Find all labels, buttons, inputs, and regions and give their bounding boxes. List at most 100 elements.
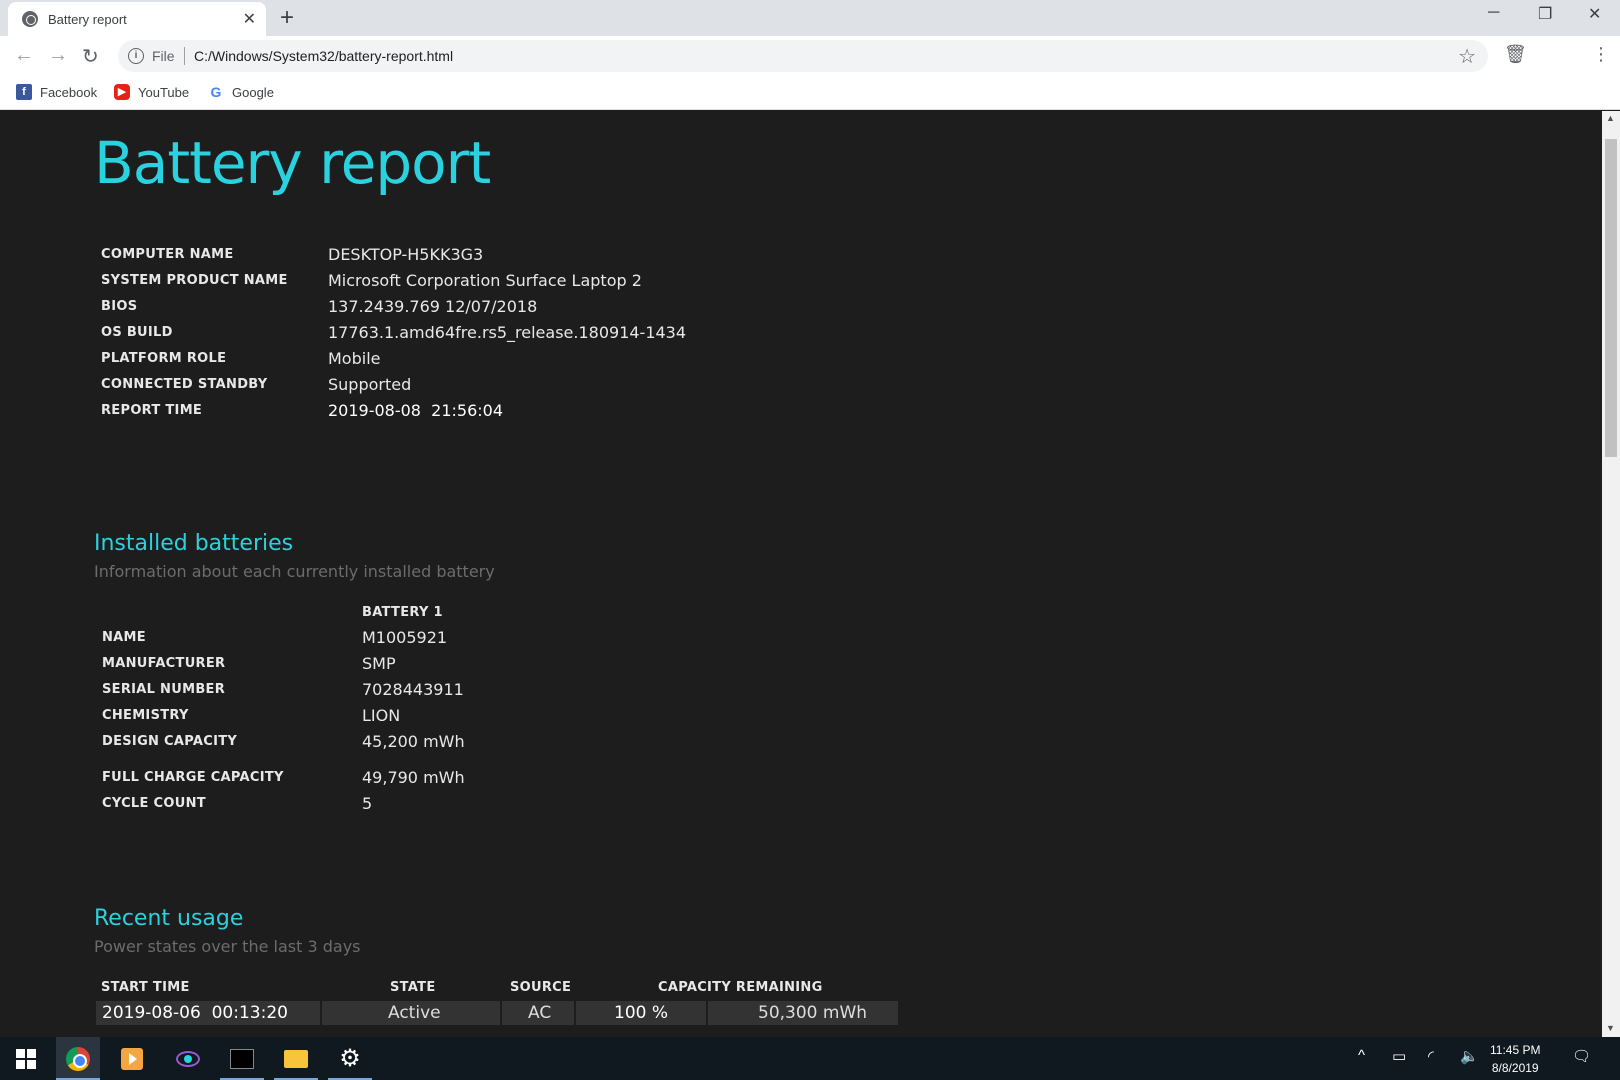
system-label: PLATFORM ROLE xyxy=(101,351,227,366)
file-explorer-icon xyxy=(284,1049,308,1068)
forward-button[interactable]: → xyxy=(48,44,68,67)
bookmark-label: Google xyxy=(232,84,274,100)
usage-column-header: SOURCE xyxy=(510,980,572,995)
url-scheme: File xyxy=(152,48,175,64)
battery-label: SERIAL NUMBER xyxy=(102,682,226,697)
taskbar-settings[interactable]: ⚙ xyxy=(328,1037,372,1080)
usage-percent-cell: 100 % xyxy=(576,1001,706,1025)
back-button[interactable]: ← xyxy=(14,44,34,67)
battery-icon[interactable]: ▭ xyxy=(1392,1047,1406,1065)
system-value: DESKTOP-H5KK3G3 xyxy=(328,245,484,264)
tray-expand-icon[interactable]: ^ xyxy=(1358,1047,1365,1064)
minimize-button[interactable]: ─ xyxy=(1488,4,1499,22)
system-label: OS BUILD xyxy=(101,325,173,340)
installed-batteries-heading: Installed batteries xyxy=(94,531,294,556)
info-icon[interactable]: i xyxy=(128,48,144,64)
system-label: SYSTEM PRODUCT NAME xyxy=(101,273,288,288)
chrome-icon xyxy=(66,1046,90,1071)
recent-usage-heading: Recent usage xyxy=(94,906,244,931)
settings-icon: ⚙ xyxy=(339,1045,361,1072)
scroll-up-icon[interactable]: ▲ xyxy=(1606,113,1615,123)
taskbar-clock[interactable]: 11:45 PM 8/8/2019 xyxy=(1490,1041,1540,1077)
system-value: Mobile xyxy=(328,349,381,368)
start-button[interactable] xyxy=(4,1037,48,1080)
system-value: Microsoft Corporation Surface Laptop 2 xyxy=(328,271,642,290)
battery-column-header: BATTERY 1 xyxy=(362,605,443,620)
battery-value: 49,790 mWh xyxy=(362,768,465,787)
system-label: CONNECTED STANDBY xyxy=(101,377,268,392)
battery-label: DESIGN CAPACITY xyxy=(102,734,238,749)
taskbar-file-explorer[interactable] xyxy=(274,1037,318,1080)
battery-label: CYCLE COUNT xyxy=(102,796,206,811)
taskbar-eye-app[interactable] xyxy=(166,1037,210,1080)
bookmark-star-icon[interactable]: ☆ xyxy=(1458,44,1476,69)
bookmark-facebook[interactable]: f Facebook xyxy=(16,84,97,100)
battery-value: 5 xyxy=(362,794,373,813)
browser-titlebar: Battery report ✕ + ─ ❐ ✕ xyxy=(0,0,1620,36)
installed-batteries-subtitle: Information about each currently install… xyxy=(94,562,495,581)
clock-time: 11:45 PM xyxy=(1490,1043,1541,1057)
eye-app-icon xyxy=(176,1050,200,1067)
recent-usage-subtitle: Power states over the last 3 days xyxy=(94,937,361,956)
bookmark-youtube[interactable]: ▶ YouTube xyxy=(114,84,189,100)
usage-mwh-cell: 50,300 mWh xyxy=(708,1001,898,1025)
restore-button[interactable]: ❐ xyxy=(1538,4,1552,24)
scroll-thumb[interactable] xyxy=(1605,139,1617,457)
terminal-icon xyxy=(230,1048,254,1069)
usage-column-header: START TIME xyxy=(101,980,190,995)
taskbar-terminal[interactable] xyxy=(220,1037,264,1080)
report-page: Battery report COMPUTER NAME DESKTOP-H5K… xyxy=(0,111,1602,1037)
battery-value: 7028443911 xyxy=(362,680,464,699)
battery-value: LION xyxy=(362,706,401,725)
windows-logo-icon xyxy=(16,1048,36,1069)
system-value: 137.2439.769 12/07/2018 xyxy=(328,297,538,316)
browser-tab[interactable]: Battery report ✕ xyxy=(8,2,266,36)
omnibox-divider xyxy=(184,47,185,65)
battery-value: SMP xyxy=(362,654,396,673)
tab-title: Battery report xyxy=(48,12,127,27)
usage-column-header: STATE xyxy=(390,980,436,995)
new-tab-button[interactable]: + xyxy=(280,4,294,32)
battery-label: NAME xyxy=(102,630,146,645)
bookmark-label: Facebook xyxy=(40,84,98,100)
system-label: REPORT TIME xyxy=(101,403,203,418)
taskbar-media-player[interactable] xyxy=(110,1037,154,1080)
google-icon: G xyxy=(210,84,222,100)
table-row: 2019-08-06 00:13:20 xyxy=(96,1001,320,1025)
usage-column-header: CAPACITY REMAINING xyxy=(658,980,823,995)
report-time-value: 2019-08-08 21:56:04 xyxy=(328,401,504,420)
usage-percent: 100 % xyxy=(614,1003,669,1023)
clock-date: 8/8/2019 xyxy=(1491,1061,1539,1075)
bookmarks-bar: f Facebook ▶ YouTube G Google xyxy=(0,76,1620,110)
battery-label: MANUFACTURER xyxy=(102,656,226,671)
bookmark-google[interactable]: G Google xyxy=(208,84,274,100)
taskbar-chrome[interactable] xyxy=(56,1037,100,1080)
system-value: 17763.1.amd64fre.rs5_release.180914-1434 xyxy=(328,323,687,342)
trash-extension-icon[interactable]: 🗑 xyxy=(1504,44,1527,65)
close-tab-icon[interactable]: ✕ xyxy=(243,9,256,29)
close-window-button[interactable]: ✕ xyxy=(1588,4,1601,24)
globe-icon xyxy=(22,11,38,27)
reload-button[interactable]: ↻ xyxy=(82,44,99,69)
browser-toolbar: ← → ↻ i File C:/Windows/System32/battery… xyxy=(0,36,1620,102)
battery-label: CHEMISTRY xyxy=(102,708,189,723)
windows-taskbar: ⚙ ^ ▭ ◜ 🔈 11:45 PM 8/8/2019 🗨 xyxy=(0,1037,1620,1080)
notifications-icon[interactable]: 🗨 xyxy=(1572,1047,1591,1065)
menu-kebab-icon[interactable]: ⋮ xyxy=(1592,44,1610,65)
volume-icon[interactable]: 🔈 xyxy=(1460,1047,1479,1065)
battery-value: M1005921 xyxy=(362,628,448,647)
page-scrollbar[interactable]: ▲ ▼ xyxy=(1602,111,1620,1037)
address-bar[interactable]: i File C:/Windows/System32/battery-repor… xyxy=(118,40,1488,72)
url-text[interactable]: C:/Windows/System32/battery-report.html xyxy=(194,48,453,64)
system-label: COMPUTER NAME xyxy=(101,247,234,262)
page-title: Battery report xyxy=(94,129,491,197)
usage-source-cell: AC xyxy=(502,1001,574,1025)
facebook-icon: f xyxy=(16,84,32,100)
bookmark-label: YouTube xyxy=(138,84,190,100)
youtube-icon: ▶ xyxy=(114,84,130,100)
system-label: BIOS xyxy=(101,299,138,314)
battery-label: FULL CHARGE CAPACITY xyxy=(102,770,284,785)
wifi-icon[interactable]: ◜ xyxy=(1428,1047,1434,1065)
scroll-down-icon[interactable]: ▼ xyxy=(1606,1023,1615,1033)
usage-mwh: 50,300 mWh xyxy=(758,1003,868,1023)
